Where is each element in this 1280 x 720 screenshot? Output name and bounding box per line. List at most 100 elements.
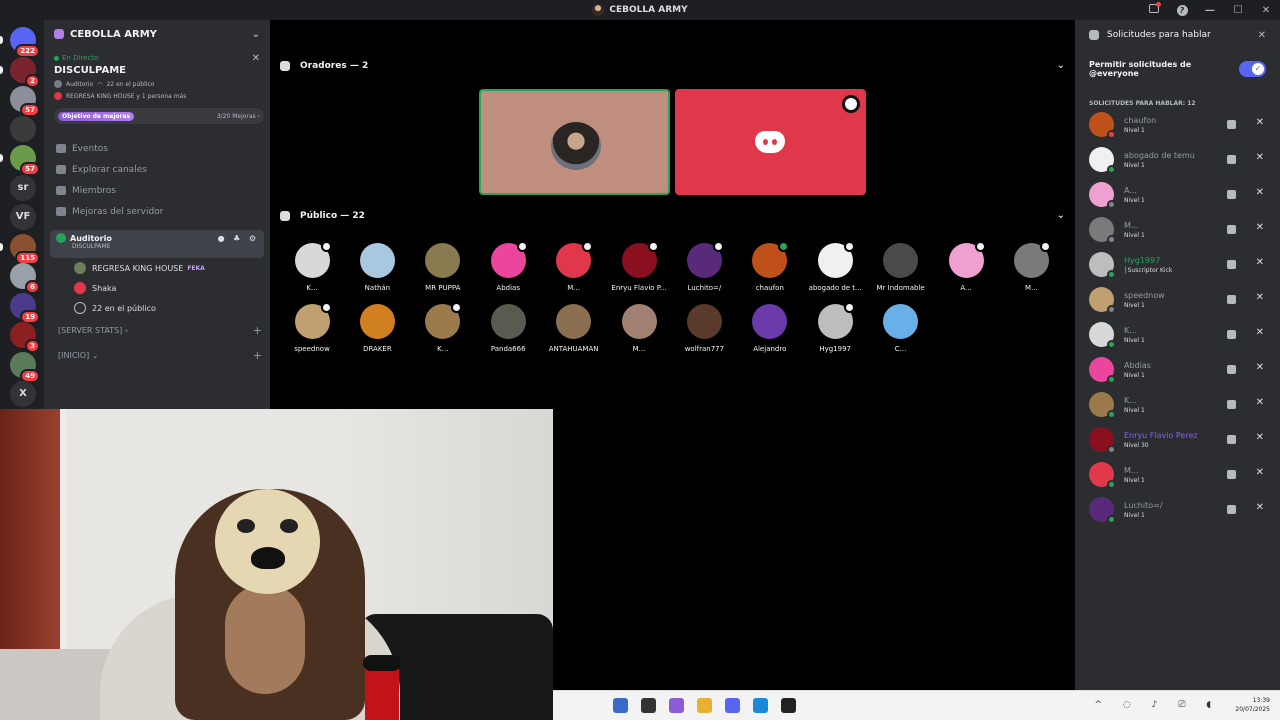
inbox-button[interactable] [1140, 2, 1168, 16]
audience-member[interactable]: K... [415, 302, 471, 353]
taskbar-app-icon[interactable] [725, 698, 740, 713]
server-icon[interactable]: 49 [10, 351, 40, 383]
audience-member[interactable]: DRAKER [349, 304, 405, 353]
audience-member[interactable]: Mr Indomable [873, 243, 929, 292]
speak-request-row[interactable]: M... Nivel 1 ✕ [1075, 457, 1280, 492]
audience-member[interactable]: abogado de t... [807, 241, 863, 292]
audience-member[interactable]: Abdias [480, 241, 536, 292]
server-icon[interactable]: 19 [10, 292, 40, 324]
accept-request-icon[interactable] [1227, 155, 1236, 164]
server-icon[interactable]: 3 [10, 322, 40, 353]
audience-member[interactable]: C... [873, 304, 929, 353]
permit-requests-toggle[interactable] [1238, 61, 1266, 77]
help-button[interactable]: ? [1168, 4, 1196, 16]
accept-request-icon[interactable] [1227, 365, 1236, 374]
speak-request-row[interactable]: abogado de temu Nivel 1 ✕ [1075, 142, 1280, 177]
server-icon[interactable]: sr [10, 174, 36, 201]
accept-request-icon[interactable] [1227, 295, 1236, 304]
audience-member[interactable]: A... [938, 241, 994, 292]
dismiss-request-icon[interactable]: ✕ [1256, 362, 1264, 373]
taskbar-app-icon[interactable] [613, 698, 628, 713]
voice-member[interactable]: Shaka [44, 278, 270, 298]
taskbar-app-icon[interactable] [641, 698, 656, 713]
speak-request-row[interactable]: Enryu Flavio Perez Nivel 30 ✕ [1075, 422, 1280, 457]
server-icon[interactable]: 57 [10, 145, 40, 176]
boost-goal-bar[interactable]: Objetivo de mejoras 3/20 Mejoras › [54, 108, 264, 124]
voice-channel-auditorio[interactable]: Auditorio DISCULPAME ● ♣ ⚙ [50, 230, 264, 258]
server-header[interactable]: CEBOLLA ARMY ⌄ [44, 20, 270, 48]
dismiss-request-icon[interactable]: ✕ [1256, 152, 1264, 163]
server-icon[interactable] [10, 115, 36, 142]
server-icon[interactable]: 57 [10, 86, 40, 117]
taskbar-app-icon[interactable] [697, 698, 712, 713]
taskbar-app-icon[interactable] [753, 698, 768, 713]
dismiss-request-icon[interactable]: ✕ [1256, 292, 1264, 303]
dismiss-request-icon[interactable]: ✕ [1256, 222, 1264, 233]
audience-member[interactable]: Panda666 [480, 304, 536, 353]
dismiss-request-icon[interactable]: ✕ [1256, 187, 1264, 198]
channel-tools[interactable]: ● ♣ ⚙ [218, 234, 259, 243]
accept-request-icon[interactable] [1227, 330, 1236, 339]
speak-request-row[interactable]: Luchito=/Nivel 1 ✕ [1075, 492, 1280, 527]
nav-events[interactable]: Eventos [44, 138, 270, 159]
category-inicio[interactable]: [INICIO] ⌄ + [44, 343, 270, 368]
audience-member[interactable]: Alejandro [742, 304, 798, 353]
add-channel-icon[interactable]: + [253, 349, 262, 362]
audience-member[interactable]: speednow [284, 302, 340, 353]
speak-request-row[interactable]: speednow Nivel 1 ✕ [1075, 282, 1280, 317]
accept-request-icon[interactable] [1227, 260, 1236, 269]
dismiss-request-icon[interactable]: ✕ [1256, 397, 1264, 408]
category-server-stats[interactable]: [SERVER STATS] › + [44, 318, 270, 343]
speak-request-row[interactable]: Hyg1997 │Suscriptor Kick ✕ [1075, 247, 1280, 282]
audience-member[interactable]: K... [284, 241, 340, 292]
speak-request-row[interactable]: K... Nivel 1 ✕ [1075, 317, 1280, 352]
nav-members[interactable]: Miembros [44, 180, 270, 201]
add-channel-icon[interactable]: + [253, 324, 262, 337]
audience-count-row[interactable]: 22 en el público [44, 298, 270, 318]
server-icon[interactable]: VF [10, 204, 36, 230]
taskbar-app-icon[interactable] [781, 698, 796, 713]
nav-server-boosts[interactable]: Mejoras del servidor [44, 201, 270, 222]
accept-request-icon[interactable] [1227, 400, 1236, 409]
dismiss-request-icon[interactable]: ✕ [1256, 327, 1264, 338]
accept-request-icon[interactable] [1227, 190, 1236, 199]
server-icon[interactable]: 222 [10, 27, 40, 58]
speakers-header[interactable]: Oradores — 2 ⌄ [280, 60, 1065, 71]
speaker-tile[interactable] [479, 89, 670, 195]
speak-request-row[interactable]: Abdias Nivel 1 ✕ [1075, 352, 1280, 387]
speak-request-row[interactable]: M... Nivel 1 ✕ [1075, 212, 1280, 247]
accept-request-icon[interactable] [1227, 470, 1236, 479]
audience-member[interactable]: M... [546, 241, 602, 292]
minimize-button[interactable]: — [1196, 5, 1224, 16]
accept-request-icon[interactable] [1227, 435, 1236, 444]
audience-member[interactable]: Nathán [349, 243, 405, 292]
server-icon[interactable]: 115 [10, 233, 40, 265]
taskbar-app-icon[interactable] [669, 698, 684, 713]
maximize-button[interactable]: ☐ [1224, 5, 1252, 16]
speak-request-row[interactable]: chaufon Nivel 1 ✕ [1075, 107, 1280, 142]
accept-request-icon[interactable] [1227, 120, 1236, 129]
audience-member[interactable]: ANTAHUAMAN [546, 304, 602, 353]
dismiss-request-icon[interactable]: ✕ [1256, 502, 1264, 513]
dismiss-request-icon[interactable]: ✕ [1256, 257, 1264, 268]
audience-member[interactable]: MR PUPPA [415, 243, 471, 292]
dismiss-request-icon[interactable]: ✕ [1256, 467, 1264, 478]
nav-browse-channels[interactable]: Explorar canales [44, 159, 270, 180]
speaker-tile[interactable] [675, 89, 866, 195]
audience-member[interactable]: wolfran777 [676, 304, 732, 353]
speak-request-row[interactable]: K... Nivel 1 ✕ [1075, 387, 1280, 422]
server-icon[interactable]: 6 [10, 263, 40, 294]
dismiss-request-icon[interactable]: ✕ [1256, 117, 1264, 128]
close-live-button[interactable]: ✕ [252, 53, 260, 64]
dismiss-request-icon[interactable]: ✕ [1256, 432, 1264, 443]
taskbar-clock[interactable]: 13:39 20/07/2025 [1235, 696, 1270, 714]
audience-member[interactable]: M... [611, 304, 667, 353]
live-stage-card[interactable]: En Directo ✕ DISCULPAME Auditorio ◠ 22 e… [44, 48, 270, 100]
voice-member[interactable]: REGRESA KING HOUSE FEKA [44, 258, 270, 278]
speak-request-row[interactable]: A... Nivel 1 ✕ [1075, 177, 1280, 212]
system-tray[interactable]: ^ ◌ ♪ ⎚ ◖ [1094, 700, 1220, 710]
audience-member[interactable]: chaufon [742, 241, 798, 292]
server-icon[interactable]: 2 [10, 56, 40, 88]
server-icon[interactable]: X [10, 381, 36, 407]
accept-request-icon[interactable] [1227, 225, 1236, 234]
